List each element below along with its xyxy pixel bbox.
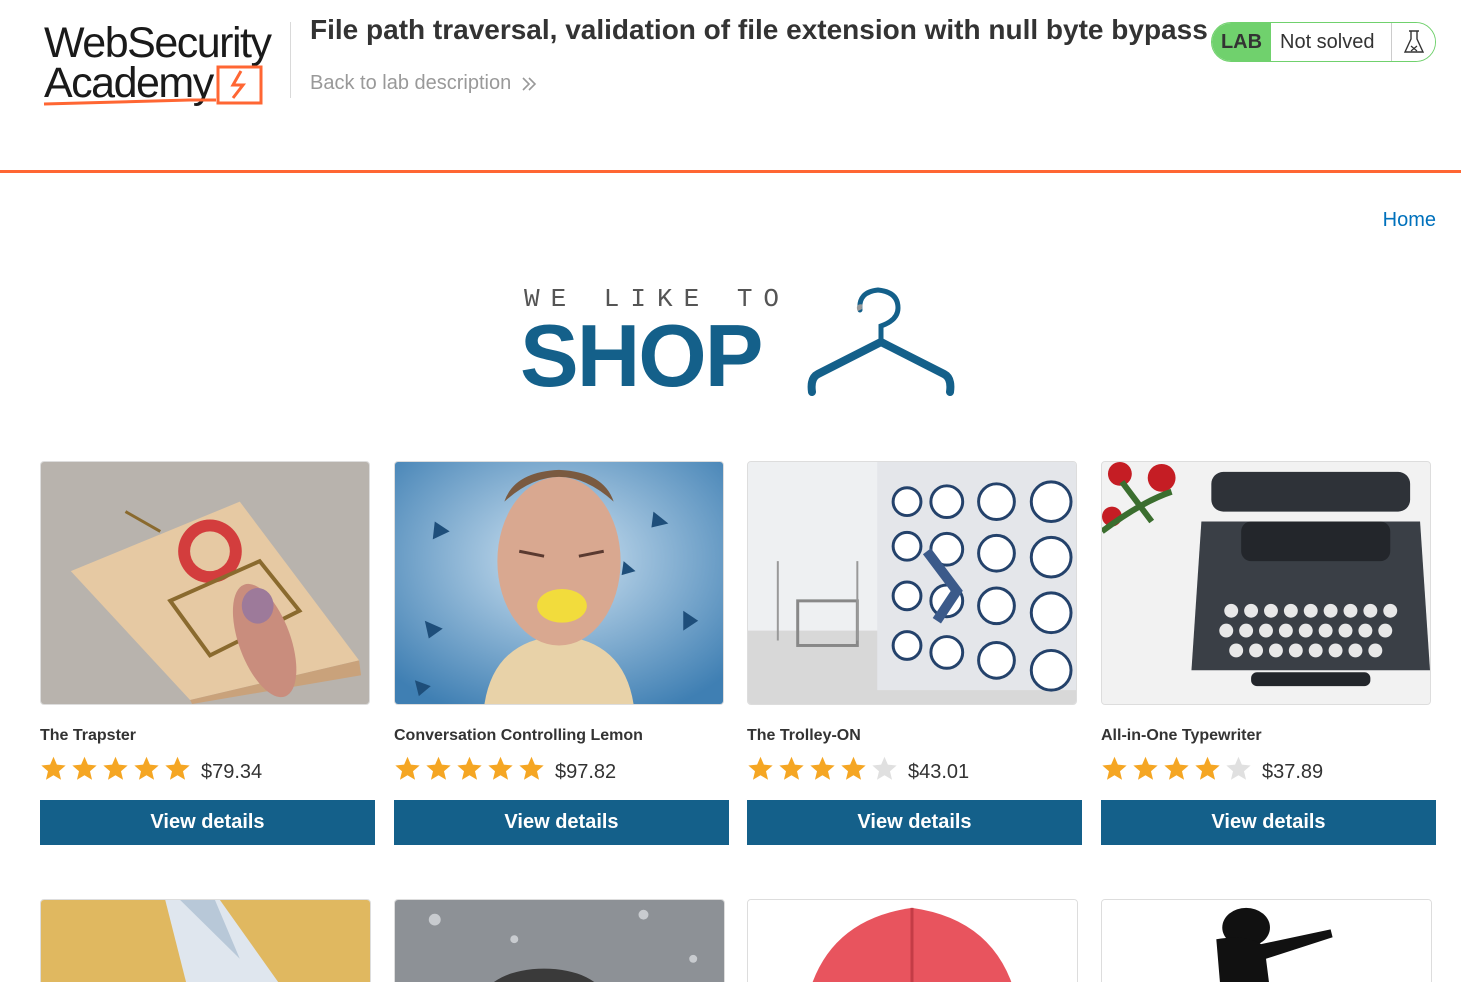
star-rating [394,755,545,782]
star-filled-icon [1195,756,1220,780]
header-divider [290,22,291,98]
view-details-button[interactable]: View details [747,800,1082,845]
star-filled-icon [1102,756,1127,780]
product-name: All-in-One Typewriter [1101,727,1262,744]
star-filled-icon [810,756,835,780]
paper-boat-image[interactable] [40,899,371,982]
web-security-academy-logo[interactable]: WebSecurity Academy [40,18,290,110]
star-filled-icon [165,756,190,780]
view-details-button[interactable]: View details [40,800,375,845]
back-to-lab-description-link[interactable]: Back to lab description [310,72,537,95]
product-price: $97.82 [555,760,617,783]
star-filled-icon [72,756,97,780]
laundromat-image[interactable] [747,461,1077,705]
product-name: Conversation Controlling Lemon [394,727,643,744]
star-rating [40,755,191,782]
double-chevron-right-icon [522,76,537,91]
star-filled-icon [1164,756,1189,780]
star-filled-icon [779,756,804,780]
star-filled-icon [748,756,773,780]
star-empty-icon [1226,756,1251,780]
product-card: All-in-One Typewriter $37.89 View detail… [1101,461,1436,845]
product-name: The Trolley-ON [747,727,861,744]
lab-title: File path traversal, validation of file … [310,14,1208,45]
product-price: $37.89 [1262,760,1324,783]
we-like-to-shop-banner: WE LIKE TO SHOP [520,282,960,402]
clothes-hanger-icon [807,287,955,396]
product-price: $43.01 [908,760,970,783]
star-filled-icon [103,756,128,780]
star-filled-icon [134,756,159,780]
star-filled-icon [519,756,544,780]
typewriter-image[interactable] [1101,461,1431,705]
star-filled-icon [395,756,420,780]
star-filled-icon [457,756,482,780]
star-filled-icon [41,756,66,780]
star-empty-icon [872,756,897,780]
star-filled-icon [488,756,513,780]
star-rating [747,755,898,782]
hero-shop-text: SHOP [520,306,763,405]
product-name: The Trapster [40,727,137,744]
home-link[interactable]: Home [1383,209,1436,232]
lab-status-widget: LAB Not solved [1211,22,1436,62]
lab-status-text: Not solved [1271,23,1391,61]
product-card: The Trolley-ON $43.01 View details [747,461,1082,845]
product-price: $79.34 [201,760,263,783]
umbrella-image[interactable] [747,899,1078,982]
splash-image[interactable] [394,899,725,982]
back-link-label: Back to lab description [310,72,512,94]
star-filled-icon [1133,756,1158,780]
product-card: The Trapster $79.34 View details [40,461,375,845]
product-card: Conversation Controlling Lemon $97.82 Vi… [394,461,729,845]
star-rating [1101,755,1252,782]
mousetrap-image[interactable] [40,461,370,705]
view-details-button[interactable]: View details [394,800,729,845]
silhouette-image[interactable] [1101,899,1432,982]
view-details-button[interactable]: View details [1101,800,1436,845]
lab-header: WebSecurity Academy File path traversal,… [0,0,1461,173]
logo-bolt-icon [43,65,263,106]
flask-icon [1391,23,1435,61]
star-filled-icon [841,756,866,780]
star-filled-icon [426,756,451,780]
lemon-face-image[interactable] [394,461,724,705]
lab-badge: LAB [1212,23,1271,61]
